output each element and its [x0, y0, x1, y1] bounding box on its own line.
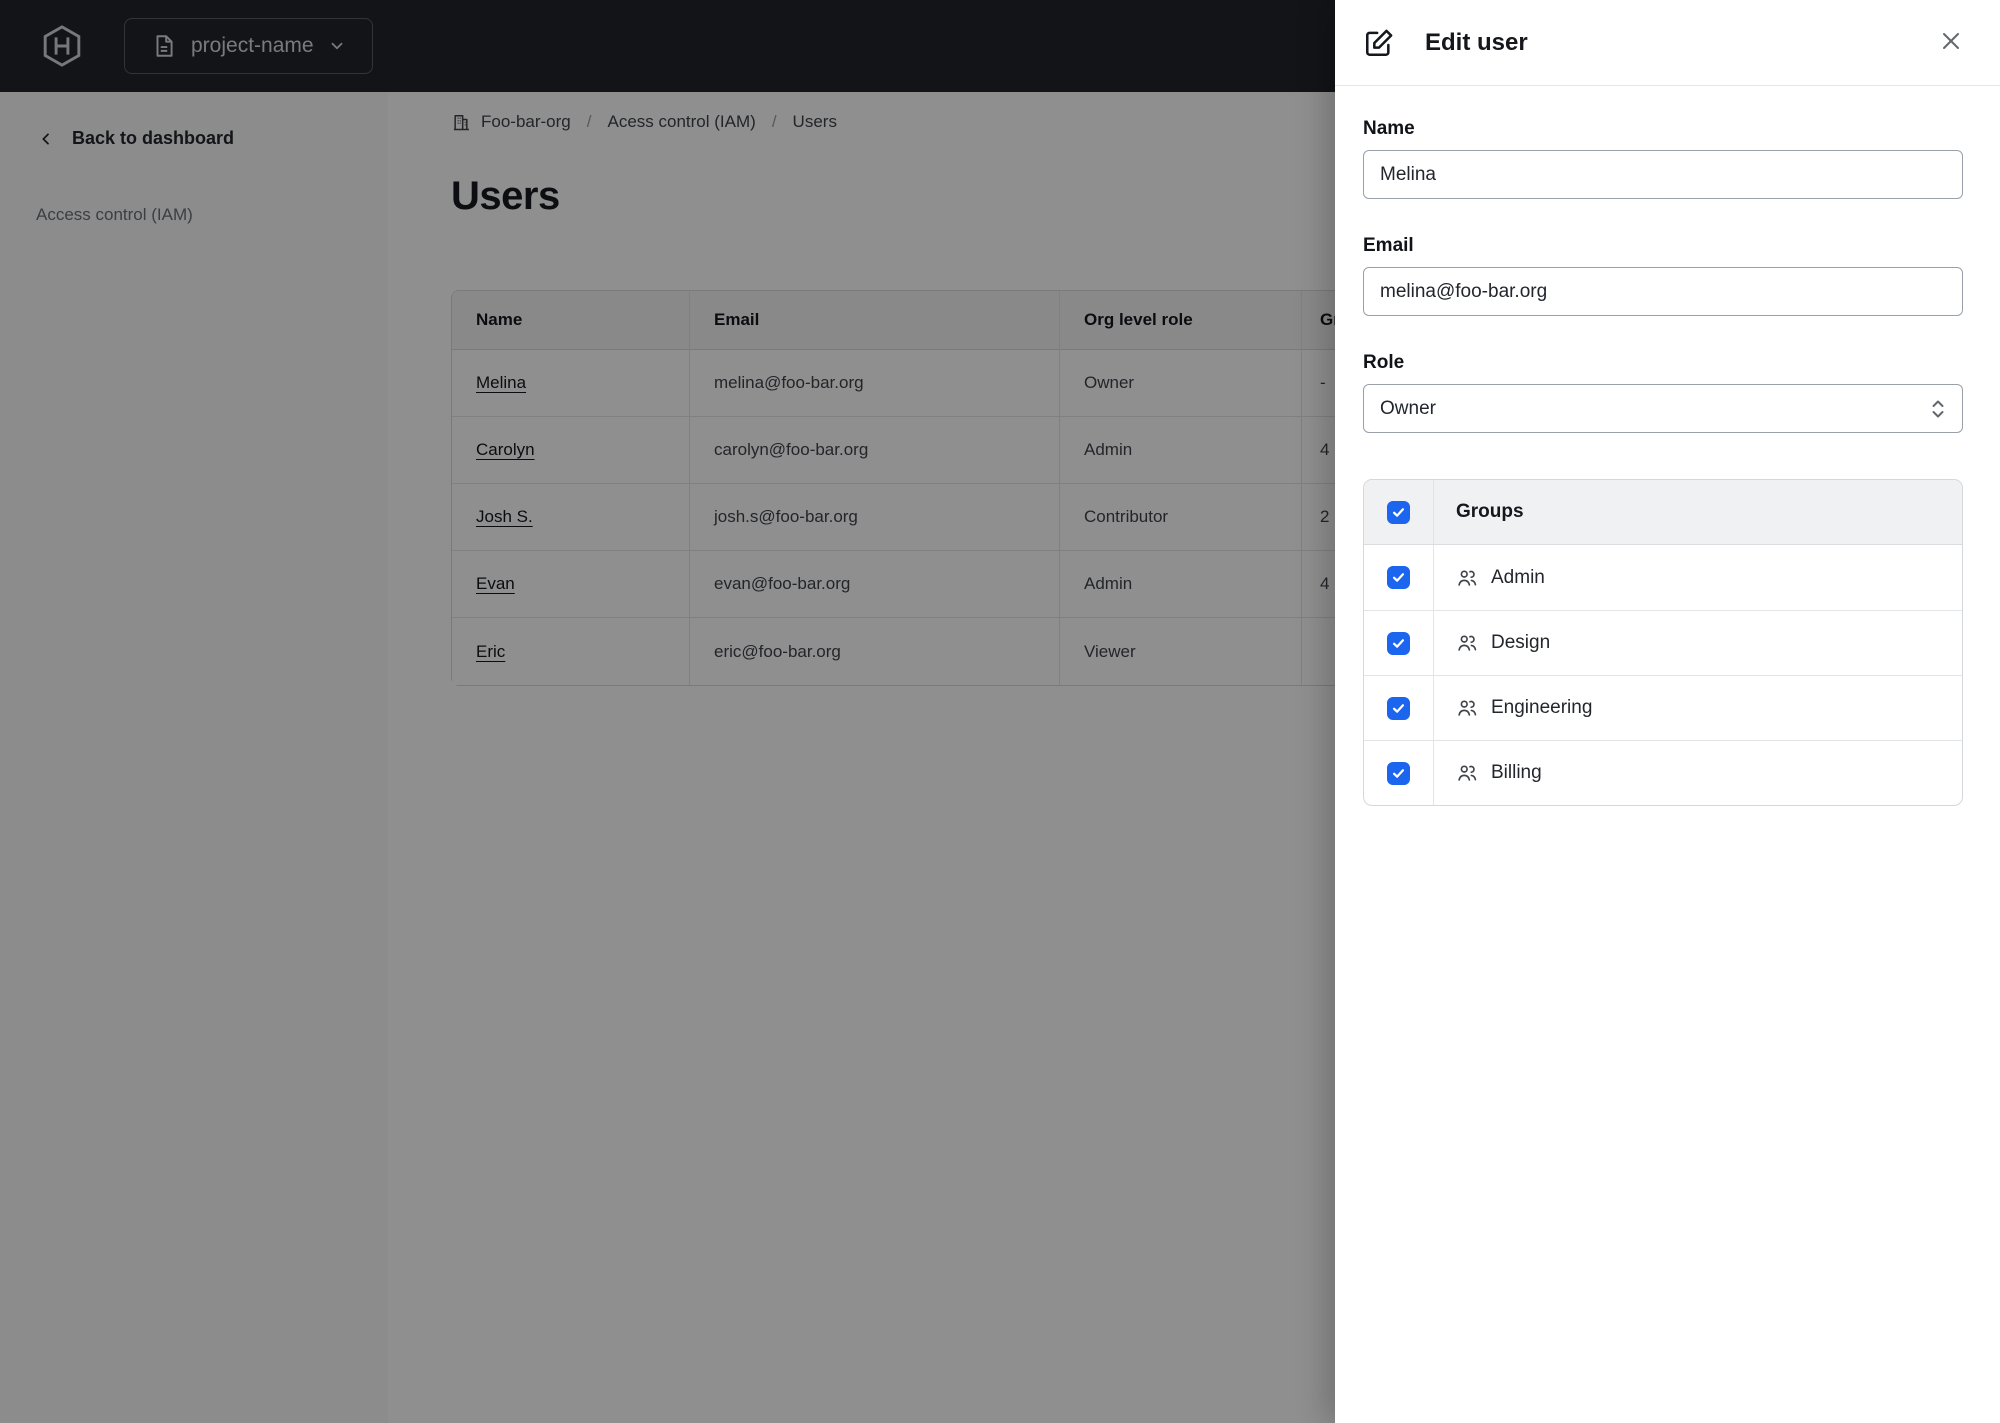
users-icon	[1456, 567, 1478, 589]
group-row: Design	[1364, 610, 1962, 675]
email-input[interactable]	[1363, 267, 1963, 316]
groups-panel-header: Groups	[1364, 480, 1962, 545]
group-check-cell	[1364, 741, 1434, 805]
groups-header-check-cell	[1364, 480, 1434, 544]
groups-panel: Groups Admin Design Engineering Billing	[1363, 479, 1963, 806]
group-label-cell: Engineering	[1434, 676, 1962, 740]
name-field-label: Name	[1363, 118, 1415, 139]
users-icon	[1456, 632, 1478, 654]
email-field-label: Email	[1363, 235, 1414, 256]
group-label: Admin	[1491, 566, 1545, 588]
group-row: Engineering	[1364, 675, 1962, 740]
close-icon[interactable]	[1936, 26, 1966, 56]
group-checkbox[interactable]	[1387, 696, 1410, 720]
edit-user-drawer: Edit user Name Email Role Owner	[1335, 0, 2000, 1423]
edit-icon	[1363, 27, 1395, 59]
select-all-groups-checkbox[interactable]	[1387, 500, 1410, 524]
group-check-cell	[1364, 611, 1434, 675]
role-field-label: Role	[1363, 352, 1405, 373]
name-input[interactable]	[1363, 150, 1963, 199]
groups-header-label: Groups	[1456, 501, 1524, 522]
drawer-header: Edit user	[1335, 0, 2000, 86]
group-row: Billing	[1364, 740, 1962, 805]
select-caret-icon	[1930, 398, 1946, 420]
group-check-cell	[1364, 676, 1434, 740]
group-row: Admin	[1364, 545, 1962, 610]
group-label-cell: Admin	[1434, 545, 1962, 610]
role-select-value: Owner	[1380, 397, 1436, 419]
group-label-cell: Design	[1434, 611, 1962, 675]
group-label: Design	[1491, 632, 1551, 653]
users-icon	[1456, 762, 1478, 784]
group-checkbox[interactable]	[1387, 761, 1410, 785]
name-field-block: Name	[1363, 118, 1963, 199]
group-label: Billing	[1491, 762, 1542, 783]
drawer-title: Edit user	[1425, 28, 1528, 56]
group-label-cell: Billing	[1434, 741, 1962, 805]
role-select[interactable]: Owner	[1363, 384, 1963, 433]
groups-list: Admin Design Engineering Billing	[1364, 545, 1962, 805]
group-label: Engineering	[1491, 697, 1593, 718]
email-field-block: Email	[1363, 235, 1963, 316]
role-field-block: Role Owner	[1363, 352, 1963, 433]
users-icon	[1456, 697, 1478, 719]
drawer-body: Name Email Role Owner	[1335, 86, 2000, 806]
group-checkbox[interactable]	[1387, 566, 1410, 589]
group-checkbox[interactable]	[1387, 631, 1410, 655]
group-check-cell	[1364, 545, 1434, 610]
